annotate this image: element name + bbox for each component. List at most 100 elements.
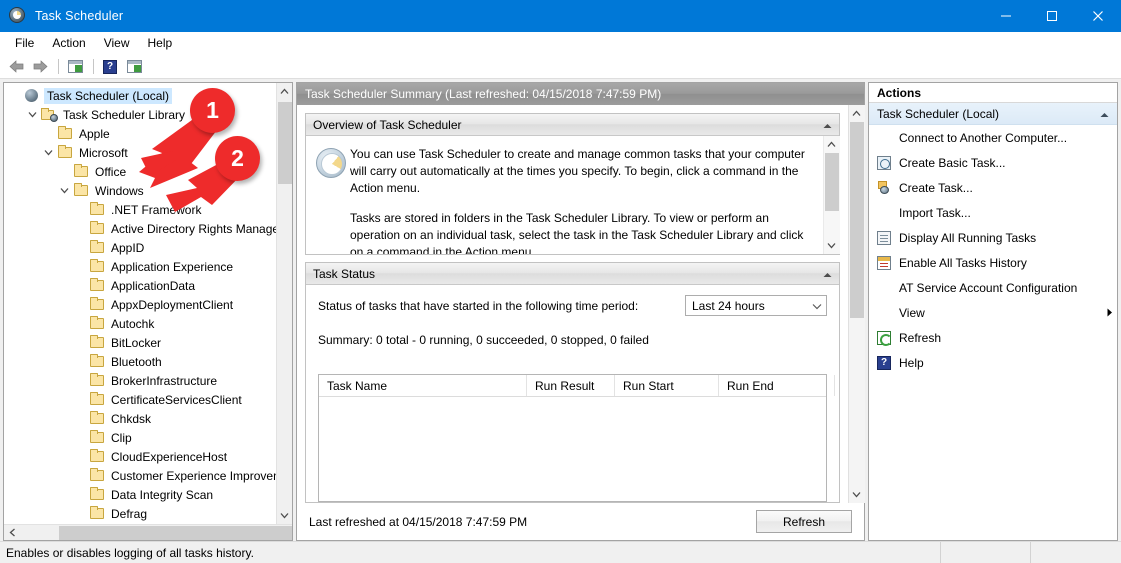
- center-scroll-up-icon[interactable]: [848, 105, 865, 122]
- tree-node[interactable]: Task Scheduler (Local): [4, 86, 276, 105]
- action-item[interactable]: Import Task...: [869, 200, 1117, 225]
- chevron-down-icon[interactable]: [40, 149, 56, 156]
- menu-view[interactable]: View: [95, 34, 139, 52]
- close-button[interactable]: [1075, 0, 1121, 32]
- action-item[interactable]: Connect to Another Computer...: [869, 125, 1117, 150]
- time-period-value: Last 24 hours: [692, 298, 765, 313]
- tree-hscroll-track[interactable]: [21, 525, 292, 541]
- menu-action[interactable]: Action: [43, 34, 94, 52]
- minimize-button[interactable]: [983, 0, 1029, 32]
- action-item[interactable]: View: [869, 300, 1117, 325]
- action-item[interactable]: Create Task...: [869, 175, 1117, 200]
- chevron-down-icon[interactable]: [812, 299, 822, 313]
- action-item[interactable]: Refresh: [869, 325, 1117, 350]
- column-header[interactable]: Task Name: [319, 375, 527, 396]
- center-vertical-scrollbar[interactable]: [848, 105, 865, 503]
- tree-scroll-track[interactable]: [276, 100, 292, 507]
- actions-section-header[interactable]: Task Scheduler (Local): [869, 103, 1117, 125]
- collapse-triangle-icon[interactable]: [823, 118, 832, 132]
- folder-icon: [88, 202, 105, 215]
- tree-node[interactable]: Task Scheduler Library: [4, 105, 276, 124]
- center-scroll-track[interactable]: [848, 122, 865, 486]
- column-header[interactable]: Trigg: [835, 375, 839, 396]
- folder-icon: [88, 468, 105, 481]
- column-header[interactable]: Run End: [719, 375, 835, 396]
- back-arrow-icon[interactable]: [5, 57, 27, 77]
- forward-arrow-icon[interactable]: [29, 57, 51, 77]
- collapse-triangle-icon-2[interactable]: [823, 267, 832, 281]
- action-item[interactable]: Create Basic Task...: [869, 150, 1117, 175]
- app-clock-icon: [9, 7, 27, 25]
- tree-node-label: Application Experience: [111, 259, 234, 274]
- tree-node[interactable]: AppxDeploymentClient: [4, 295, 276, 314]
- tree-node[interactable]: Active Directory Rights Manager: [4, 219, 276, 238]
- submenu-arrow-icon[interactable]: [1105, 308, 1117, 317]
- show-hide-console-tree-icon[interactable]: [64, 57, 86, 77]
- tree-scroll-thumb[interactable]: [277, 102, 292, 184]
- table-rows[interactable]: [319, 397, 826, 501]
- tree-node[interactable]: Bluetooth: [4, 352, 276, 371]
- overview-scroll-thumb[interactable]: [824, 153, 839, 211]
- action-item[interactable]: Display All Running Tasks: [869, 225, 1117, 250]
- tree-scroll-left-icon[interactable]: [4, 525, 21, 541]
- tree-node[interactable]: CertificateServicesClient: [4, 390, 276, 409]
- action-item-label: View: [899, 305, 925, 320]
- tree-node[interactable]: BitLocker: [4, 333, 276, 352]
- tree-node[interactable]: .NET Framework: [4, 200, 276, 219]
- overview-scrollbar[interactable]: [823, 136, 840, 254]
- collapse-triangle-icon-3[interactable]: [1100, 107, 1109, 121]
- tree-vertical-scrollbar[interactable]: [276, 83, 292, 524]
- folder-icon: [88, 487, 105, 500]
- tree-node[interactable]: AppID: [4, 238, 276, 257]
- tree-node-label: Active Directory Rights Manager: [111, 221, 276, 236]
- center-scroll-thumb[interactable]: [849, 122, 864, 318]
- tree-hscroll-thumb[interactable]: [59, 525, 292, 540]
- tree-node[interactable]: BrokerInfrastructure: [4, 371, 276, 390]
- tree-node[interactable]: Data Integrity Scan: [4, 485, 276, 504]
- overview-scroll-track[interactable]: [823, 153, 840, 237]
- help-icon[interactable]: ?: [99, 57, 121, 77]
- refresh-button[interactable]: Refresh: [756, 510, 852, 533]
- menu-help[interactable]: Help: [139, 34, 182, 52]
- annotation-badge-2: 2: [215, 136, 260, 181]
- tree-node[interactable]: Chkdsk: [4, 409, 276, 428]
- actions-title: Actions: [869, 83, 1117, 103]
- action-item-label: Create Task...: [899, 180, 973, 195]
- title-bar: Task Scheduler: [0, 0, 1121, 32]
- tree-node[interactable]: Autochk: [4, 314, 276, 333]
- summary-header: Task Scheduler Summary (Last refreshed: …: [297, 83, 864, 105]
- column-header[interactable]: Run Result: [527, 375, 615, 396]
- menu-file[interactable]: File: [6, 34, 43, 52]
- tree-node[interactable]: Windows: [4, 181, 276, 200]
- tree-horizontal-scrollbar[interactable]: [4, 524, 292, 540]
- tree-node[interactable]: Customer Experience Improvem: [4, 466, 276, 485]
- tree-node[interactable]: Defrag: [4, 504, 276, 523]
- tree-node-label: AppID: [111, 240, 145, 255]
- overview-group-header[interactable]: Overview of Task Scheduler: [306, 114, 839, 136]
- chevron-down-icon[interactable]: [24, 111, 40, 118]
- maximize-button[interactable]: [1029, 0, 1075, 32]
- chevron-down-icon[interactable]: [56, 187, 72, 194]
- tree-node[interactable]: Application Experience: [4, 257, 276, 276]
- new-window-icon[interactable]: [123, 57, 145, 77]
- overview-scroll-up-icon[interactable]: [823, 136, 840, 153]
- tree-scroll-down-icon[interactable]: [276, 507, 292, 524]
- folder-icon: [72, 164, 89, 177]
- tree-node[interactable]: Clip: [4, 428, 276, 447]
- action-item[interactable]: ? Help: [869, 350, 1117, 375]
- overview-scroll-down-icon[interactable]: [823, 237, 840, 254]
- tree-node[interactable]: CloudExperienceHost: [4, 447, 276, 466]
- folder-icon: [88, 506, 105, 519]
- tree-node[interactable]: ApplicationData: [4, 276, 276, 295]
- tree-node-label: Task Scheduler Library: [63, 107, 186, 122]
- column-header[interactable]: Run Start: [615, 375, 719, 396]
- tree-node-label: Bluetooth: [111, 354, 162, 369]
- action-item[interactable]: AT Service Account Configuration: [869, 275, 1117, 300]
- center-scroll-down-icon[interactable]: [848, 486, 865, 503]
- tree-node-label: BitLocker: [111, 335, 162, 350]
- task-status-group-header[interactable]: Task Status: [306, 263, 839, 285]
- tree-scroll-up-icon[interactable]: [276, 83, 292, 100]
- action-item[interactable]: Enable All Tasks History: [869, 250, 1117, 275]
- time-period-dropdown[interactable]: Last 24 hours: [685, 295, 827, 316]
- tree-node-label: BrokerInfrastructure: [111, 373, 218, 388]
